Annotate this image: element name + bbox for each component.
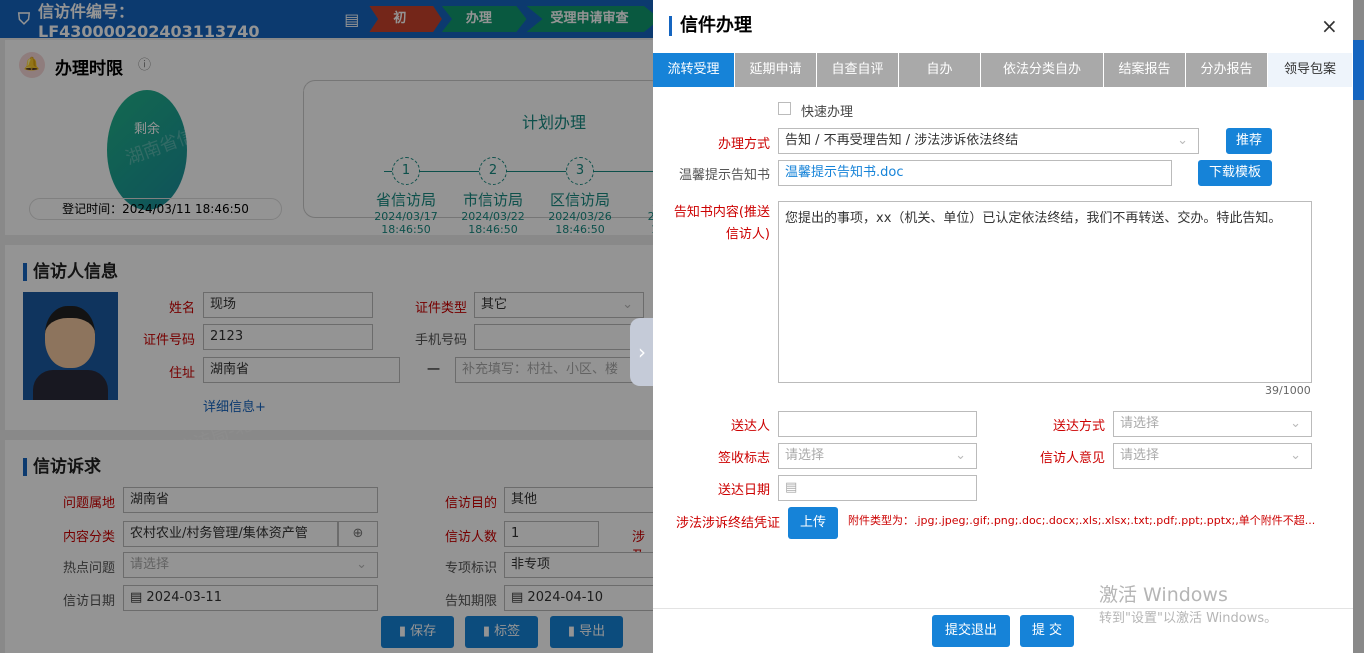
method-label: 办理方式 <box>717 137 770 152</box>
download-template-button[interactable]: 下载模板 <box>1198 160 1272 186</box>
tip-file-link[interactable]: 温馨提示告知书.doc <box>778 160 1172 186</box>
edge-strip <box>1353 40 1364 100</box>
tab-0[interactable]: 流转受理 <box>653 53 735 87</box>
submit-exit-button[interactable]: 提交退出 <box>932 615 1010 647</box>
close-icon[interactable]: × <box>1321 14 1338 38</box>
sender-label: 送达人 <box>730 419 770 434</box>
tab-3[interactable]: 自办 <box>899 53 981 87</box>
way-select[interactable]: 请选择 <box>1113 411 1312 437</box>
dialog-title: 信件办理 <box>669 16 752 36</box>
content-textarea[interactable]: 您提出的事项，xx（机关、单位）已认定依法终结，我们不再转送、交办。特此告知。 <box>778 201 1312 383</box>
opinion-select[interactable]: 请选择 <box>1113 443 1312 469</box>
tip-label: 温馨提示告知书 <box>678 168 770 183</box>
content-label: 告知书内容(推送信访人) <box>673 205 770 242</box>
tab-bar: 流转受理 延期申请 自查自评 自办 依法分类自办 结案报告 分办报告 领导包案 <box>653 53 1353 87</box>
attachment-note: 附件类型为：.jpg;.jpeg;.gif;.png;.doc;.docx;.x… <box>848 514 1316 527</box>
tab-1[interactable]: 延期申请 <box>735 53 817 87</box>
fast-label: 快速办理 <box>801 105 854 120</box>
submit-button[interactable]: 提 交 <box>1020 615 1074 647</box>
letter-handling-dialog: 信件办理 × 流转受理 延期申请 自查自评 自办 依法分类自办 结案报告 分办报告 领导包案 … <box>653 0 1353 653</box>
sign-select[interactable]: 请选择 <box>778 443 977 469</box>
opinion-label: 信访人意见 <box>1039 451 1105 466</box>
windows-activation-hint: 转到"设置"以激活 Windows。 <box>1099 611 1278 626</box>
tab-4[interactable]: 依法分类自办 <box>981 53 1104 87</box>
method-select[interactable]: 告知 / 不再受理告知 / 涉法涉诉依法终结 <box>778 128 1199 154</box>
chevron-right-icon[interactable]: › <box>630 318 654 386</box>
tab-6[interactable]: 分办报告 <box>1186 53 1268 87</box>
windows-activation-title: 激活 Windows <box>1099 584 1228 606</box>
tab-2[interactable]: 自查自评 <box>817 53 899 87</box>
recommend-button[interactable]: 推荐 <box>1226 128 1272 154</box>
tab-7[interactable]: 领导包案 <box>1268 53 1353 87</box>
proof-label: 涉法涉诉终结凭证 <box>675 516 780 531</box>
char-counter: 39/1000 <box>1265 384 1311 397</box>
sender-input[interactable] <box>778 411 977 437</box>
sign-label: 签收标志 <box>717 451 770 466</box>
tab-5[interactable]: 结案报告 <box>1104 53 1186 87</box>
way-label: 送达方式 <box>1052 419 1105 434</box>
upload-button[interactable]: 上传 <box>788 507 838 539</box>
fast-checkbox[interactable] <box>778 102 791 115</box>
delivery-date-input[interactable]: ▤ <box>778 475 977 501</box>
delivery-date-label: 送达日期 <box>717 483 770 498</box>
